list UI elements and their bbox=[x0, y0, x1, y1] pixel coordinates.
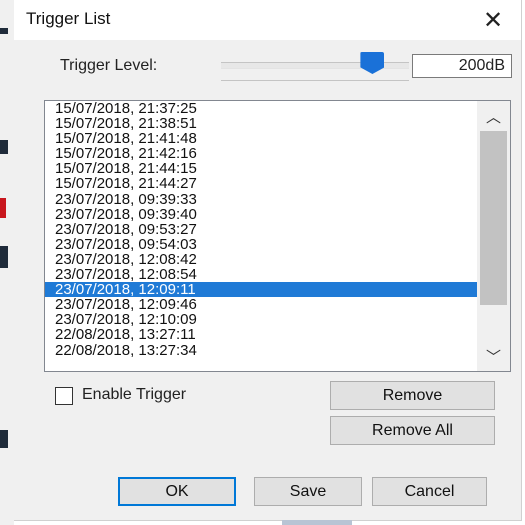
trigger-level-slider-tickline bbox=[221, 80, 409, 81]
background-mark bbox=[0, 430, 8, 448]
title-bar[interactable]: Trigger List ✕ bbox=[14, 0, 521, 40]
list-item[interactable]: 15/07/2018, 21:44:27 bbox=[45, 176, 477, 191]
ok-button[interactable]: OK bbox=[118, 477, 236, 506]
enable-trigger-label[interactable]: Enable Trigger bbox=[82, 386, 186, 404]
list-item[interactable]: 15/07/2018, 21:41:48 bbox=[45, 131, 477, 146]
scroll-down-icon[interactable]: ﹀ bbox=[477, 341, 510, 371]
background-mark bbox=[0, 246, 8, 268]
list-item[interactable]: 23/07/2018, 09:54:03 bbox=[45, 237, 477, 252]
list-item[interactable]: 23/07/2018, 09:39:40 bbox=[45, 207, 477, 222]
list-item[interactable]: 22/08/2018, 13:27:34 bbox=[45, 342, 477, 358]
trigger-level-slider-thumb[interactable] bbox=[360, 52, 385, 74]
list-item[interactable]: 23/07/2018, 12:09:11 bbox=[45, 282, 477, 298]
background-taskbar-edge bbox=[282, 520, 352, 525]
trigger-list-dialog: Trigger List ✕ Trigger Level: 200dB 15/0… bbox=[14, 0, 522, 521]
cancel-button[interactable]: Cancel bbox=[372, 477, 487, 506]
enable-trigger-checkbox[interactable] bbox=[55, 387, 73, 405]
list-item[interactable]: 15/07/2018, 21:42:16 bbox=[45, 146, 477, 161]
list-item[interactable]: 23/07/2018, 12:08:54 bbox=[45, 267, 477, 282]
list-item[interactable]: 15/07/2018, 21:38:51 bbox=[45, 116, 477, 131]
trigger-listbox[interactable]: 15/07/2018, 21:37:25 15/07/2018, 21:38:51… bbox=[44, 100, 511, 372]
list-item[interactable]: 23/07/2018, 12:08:42 bbox=[45, 252, 477, 267]
background-mark bbox=[0, 198, 6, 218]
remove-all-button[interactable]: Remove All bbox=[330, 416, 495, 445]
list-scrollbar[interactable]: ︿ ﹀ bbox=[477, 101, 510, 371]
window-title: Trigger List bbox=[26, 9, 111, 28]
list-item[interactable]: 15/07/2018, 21:37:25 bbox=[45, 101, 477, 116]
trigger-level-value-field[interactable]: 200dB bbox=[412, 54, 512, 78]
list-item[interactable]: 22/08/2018, 13:27:11 bbox=[45, 327, 477, 342]
scroll-up-icon[interactable]: ︿ bbox=[477, 101, 510, 131]
background-mark bbox=[0, 140, 8, 154]
close-icon[interactable]: ✕ bbox=[475, 4, 511, 36]
list-item[interactable]: 23/07/2018, 12:10:09 bbox=[45, 312, 477, 327]
background-mark bbox=[0, 28, 8, 34]
list-item[interactable]: 23/07/2018, 12:09:46 bbox=[45, 297, 477, 312]
remove-button[interactable]: Remove bbox=[330, 381, 495, 410]
list-item[interactable]: 23/07/2018, 09:53:27 bbox=[45, 222, 477, 237]
list-item[interactable]: 15/07/2018, 21:44:15 bbox=[45, 161, 477, 176]
trigger-list-items: 15/07/2018, 21:37:25 15/07/2018, 21:38:51… bbox=[45, 101, 477, 371]
save-button[interactable]: Save bbox=[254, 477, 362, 506]
scrollbar-thumb[interactable] bbox=[480, 131, 507, 305]
trigger-level-label: Trigger Level: bbox=[60, 57, 158, 74]
list-item[interactable]: 23/07/2018, 09:39:33 bbox=[45, 192, 477, 207]
background-window-edge bbox=[0, 0, 14, 525]
